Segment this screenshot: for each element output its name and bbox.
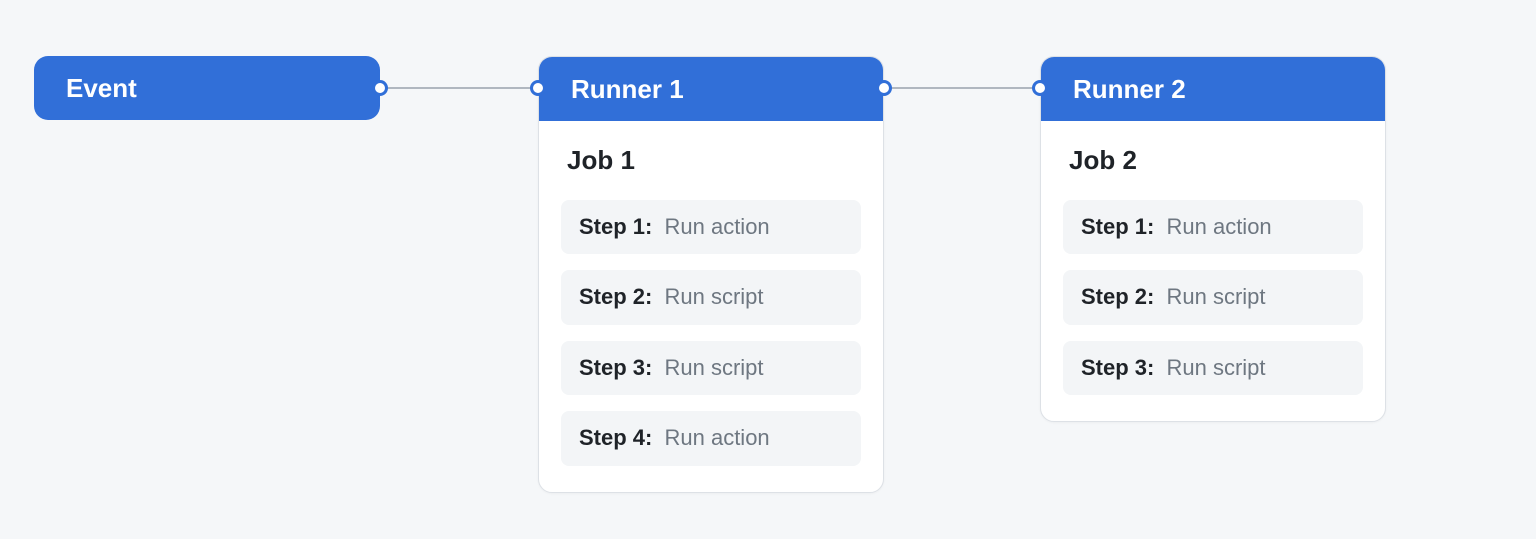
step-label: Step 3:: [579, 355, 652, 380]
step-label: Step 2:: [1081, 284, 1154, 309]
event-node: Event: [34, 56, 380, 120]
runner-1-header: Runner 1: [539, 57, 883, 121]
step-row: Step 4: Run action: [561, 411, 861, 465]
runner-1-title: Runner 1: [571, 74, 684, 105]
step-desc: Run script: [664, 355, 763, 380]
step-label: Step 4:: [579, 425, 652, 450]
step-desc: Run action: [664, 214, 769, 239]
step-label: Step 2:: [579, 284, 652, 309]
step-desc: Run script: [664, 284, 763, 309]
port-icon: [530, 80, 546, 96]
runner-card-2: Runner 2 Job 2 Step 1: Run action Step 2…: [1040, 56, 1386, 422]
step-label: Step 1:: [579, 214, 652, 239]
step-row: Step 3: Run script: [561, 341, 861, 395]
step-row: Step 2: Run script: [561, 270, 861, 324]
runner-2-body: Job 2 Step 1: Run action Step 2: Run scr…: [1041, 121, 1385, 421]
step-desc: Run script: [1166, 284, 1265, 309]
step-desc: Run action: [1166, 214, 1271, 239]
step-label: Step 1:: [1081, 214, 1154, 239]
runner-card-1: Runner 1 Job 1 Step 1: Run action Step 2…: [538, 56, 884, 493]
connector-event-to-runner1: [380, 87, 538, 89]
connector-runner1-to-runner2: [884, 87, 1040, 89]
step-desc: Run action: [664, 425, 769, 450]
job-1-title: Job 1: [567, 145, 861, 176]
step-row: Step 1: Run action: [1063, 200, 1363, 254]
workflow-diagram: Event Runner 1 Job 1 Step 1: Run action …: [0, 0, 1536, 539]
runner-1-body: Job 1 Step 1: Run action Step 2: Run scr…: [539, 121, 883, 492]
runner-2-title: Runner 2: [1073, 74, 1186, 105]
event-label: Event: [66, 73, 137, 104]
step-desc: Run script: [1166, 355, 1265, 380]
runner-2-header: Runner 2: [1041, 57, 1385, 121]
port-icon: [1032, 80, 1048, 96]
job-2-title: Job 2: [1069, 145, 1363, 176]
step-row: Step 1: Run action: [561, 200, 861, 254]
port-icon: [876, 80, 892, 96]
step-label: Step 3:: [1081, 355, 1154, 380]
step-row: Step 3: Run script: [1063, 341, 1363, 395]
port-icon: [372, 80, 388, 96]
step-row: Step 2: Run script: [1063, 270, 1363, 324]
